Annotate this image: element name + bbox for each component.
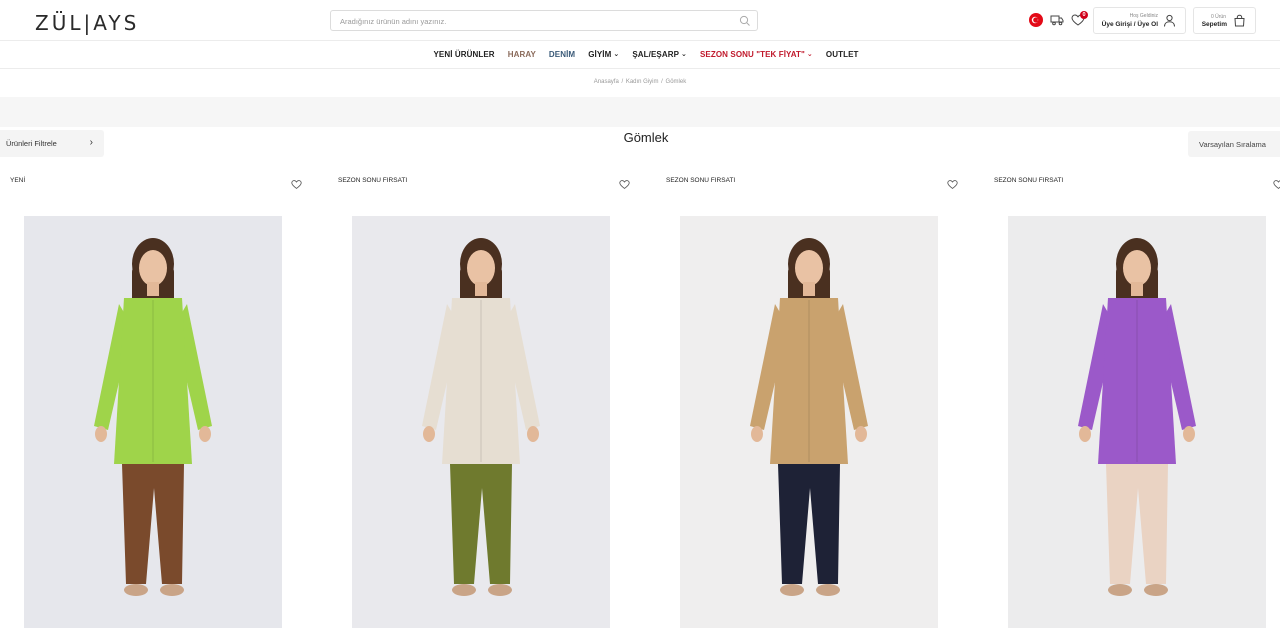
filter-label: Ürünleri Filtrele <box>6 139 57 148</box>
account-login-label: Üye Girişi / Üye Ol <box>1101 21 1158 28</box>
page-title: Gömlek <box>623 130 669 145</box>
product-tag: YENİ <box>10 177 26 184</box>
breadcrumb-home[interactable]: Anasayfa <box>594 79 619 85</box>
cart-button[interactable]: 0 Ürün Sepetim <box>1193 7 1256 34</box>
turkey-flag-icon[interactable] <box>1029 13 1043 27</box>
breadcrumb-current: Gömlek <box>665 79 687 85</box>
account-button[interactable]: Hoş Geldiniz Üye Girişi / Üye Ol <box>1093 7 1186 34</box>
favorite-heart-icon[interactable] <box>291 179 302 190</box>
product-tag: SEZON SONU FIRSATI <box>994 177 1064 184</box>
banner-strip <box>0 97 1280 127</box>
product-image[interactable] <box>680 216 938 628</box>
product-card[interactable]: SEZON SONU FIRSATI <box>328 170 638 640</box>
site-header: ZÜL|AYS 0 Hoş Geldiniz Üye Girişi / Üye … <box>0 0 1280 41</box>
sort-label: Varsayılan Sıralama <box>1199 140 1266 149</box>
favorite-heart-icon[interactable] <box>1273 179 1280 190</box>
nav-item-denim[interactable]: DENİM <box>549 50 575 59</box>
search-bar[interactable] <box>330 10 758 31</box>
product-tag: SEZON SONU FIRSATI <box>338 177 408 184</box>
nav-item-yeni-urunler[interactable]: YENİ ÜRÜNLER <box>433 50 494 59</box>
chevron-down-icon: ⌄ <box>681 51 687 58</box>
favorites-count-badge: 0 <box>1080 11 1088 19</box>
user-icon <box>1164 14 1175 27</box>
breadcrumb-kadin-giyim[interactable]: Kadın Giyim <box>626 79 659 85</box>
search-icon[interactable] <box>739 15 751 27</box>
product-image[interactable] <box>24 216 282 628</box>
filter-button[interactable]: Ürünleri Filtrele › <box>0 130 104 157</box>
product-card[interactable]: YENİ <box>0 170 310 640</box>
nav-item-haray[interactable]: HARAY <box>508 50 536 59</box>
main-navigation: YENİ ÜRÜNLER HARAY DENİM GİYİM ⌄ ŞAL/EŞAR… <box>0 41 1280 69</box>
cart-label: Sepetim <box>1201 21 1227 28</box>
brand-logo[interactable]: ZÜL|AYS <box>35 11 139 35</box>
product-image[interactable] <box>1008 216 1266 628</box>
chevron-right-icon: › <box>89 137 93 148</box>
nav-item-giyim[interactable]: GİYİM ⌄ <box>588 50 619 59</box>
chevron-down-icon: ⌄ <box>806 51 813 58</box>
breadcrumb: Anasayfa / Kadın Giyim / Gömlek <box>593 79 687 85</box>
chevron-down-icon: ⌄ <box>613 51 620 58</box>
nav-item-sal-esarp[interactable]: ŞAL/EŞARP ⌄ <box>632 50 687 59</box>
nav-item-sezon-sonu[interactable]: SEZON SONU "TEK FİYAT" ⌄ <box>700 50 813 59</box>
product-card[interactable]: SEZON SONU FIRSATI <box>656 170 966 640</box>
sort-dropdown[interactable]: Varsayılan Sıralama <box>1188 131 1280 157</box>
product-image[interactable] <box>352 216 610 628</box>
account-greeting: Hoş Geldiniz <box>1129 13 1158 19</box>
search-input[interactable] <box>340 14 730 28</box>
favorite-heart-icon[interactable] <box>619 179 630 190</box>
cart-count: 0 Ürün <box>1210 14 1226 20</box>
truck-icon[interactable] <box>1050 13 1064 27</box>
nav-item-outlet[interactable]: OUTLET <box>826 50 859 59</box>
product-tag: SEZON SONU FIRSATI <box>666 177 736 184</box>
favorite-heart-icon[interactable] <box>947 179 958 190</box>
product-card[interactable]: SEZON SONU FIRSATI <box>984 170 1280 640</box>
bag-icon <box>1234 14 1245 27</box>
